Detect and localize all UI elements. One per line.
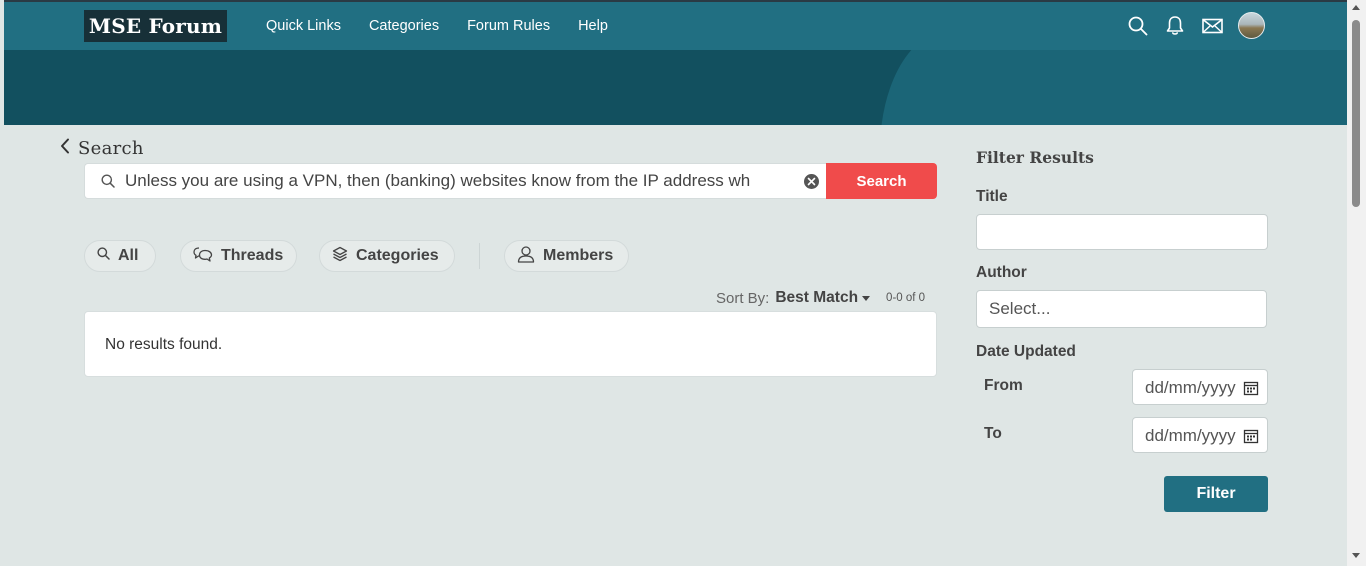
search-box bbox=[84, 163, 827, 199]
search-icon bbox=[101, 174, 115, 193]
title-input[interactable] bbox=[976, 214, 1268, 250]
scrollbar-thumb[interactable] bbox=[1352, 20, 1360, 207]
title-label: Title bbox=[976, 188, 1008, 205]
top-navigation-bar: MSE Forum Quick Links Categories Forum R… bbox=[4, 2, 1347, 50]
tab-threads[interactable]: Threads bbox=[180, 240, 297, 272]
main-nav: Quick Links Categories Forum Rules Help bbox=[266, 2, 608, 50]
mail-icon[interactable] bbox=[1201, 15, 1223, 37]
avatar[interactable] bbox=[1238, 12, 1265, 39]
caret-down-icon[interactable] bbox=[862, 295, 871, 301]
from-date-placeholder: dd/mm/yyyy bbox=[1145, 378, 1236, 397]
search-icon[interactable] bbox=[1127, 15, 1149, 37]
from-label: From bbox=[984, 377, 1023, 394]
tab-all[interactable]: All bbox=[84, 240, 156, 272]
back-link[interactable]: Search bbox=[60, 138, 144, 159]
person-icon bbox=[517, 245, 535, 268]
to-label: To bbox=[984, 425, 1002, 442]
tab-threads-label: Threads bbox=[221, 247, 284, 264]
nav-forum-rules[interactable]: Forum Rules bbox=[467, 18, 550, 34]
to-date-input[interactable]: dd/mm/yyyy bbox=[1132, 417, 1268, 453]
header-icons bbox=[1127, 12, 1265, 39]
chevron-left-icon bbox=[60, 138, 70, 159]
search-input[interactable] bbox=[125, 164, 785, 198]
nav-categories[interactable]: Categories bbox=[369, 18, 439, 34]
page-title: Search bbox=[78, 138, 144, 159]
banner-curve bbox=[880, 50, 1347, 125]
search-button[interactable]: Search bbox=[826, 163, 937, 199]
tab-members-label: Members bbox=[543, 247, 614, 264]
author-select[interactable]: Select... bbox=[976, 290, 1267, 328]
layers-icon bbox=[332, 246, 348, 267]
nav-quick-links[interactable]: Quick Links bbox=[266, 18, 341, 34]
filter-button[interactable]: Filter bbox=[1164, 476, 1268, 512]
date-updated-label: Date Updated bbox=[976, 343, 1076, 360]
tab-all-label: All bbox=[118, 247, 139, 264]
sort-bar: Sort By: Best Match 0-0 of 0 bbox=[716, 288, 925, 308]
scroll-down-icon[interactable] bbox=[1352, 553, 1360, 558]
chat-bubbles-icon bbox=[193, 246, 213, 267]
to-date-placeholder: dd/mm/yyyy bbox=[1145, 426, 1236, 445]
author-label: Author bbox=[976, 264, 1027, 281]
sort-label: Sort By: bbox=[716, 289, 770, 307]
from-date-input[interactable]: dd/mm/yyyy bbox=[1132, 369, 1268, 405]
filter-title: Filter Results bbox=[976, 148, 1094, 167]
nav-help[interactable]: Help bbox=[578, 18, 608, 34]
scroll-up-icon[interactable] bbox=[1352, 5, 1360, 10]
tab-categories[interactable]: Categories bbox=[319, 240, 455, 272]
results-panel: No results found. bbox=[84, 311, 937, 377]
site-logo[interactable]: MSE Forum bbox=[84, 10, 227, 42]
calendar-icon[interactable] bbox=[1243, 380, 1259, 396]
clear-icon[interactable] bbox=[804, 174, 819, 189]
banner bbox=[4, 50, 1347, 125]
sort-dropdown[interactable]: Best Match bbox=[775, 289, 858, 307]
no-results-message: No results found. bbox=[105, 336, 223, 353]
calendar-icon[interactable] bbox=[1243, 428, 1259, 444]
page-scrollbar[interactable] bbox=[1347, 0, 1366, 566]
tabs-divider bbox=[479, 243, 480, 269]
result-count: 0-0 of 0 bbox=[886, 292, 926, 304]
bell-icon[interactable] bbox=[1164, 15, 1186, 37]
tab-members[interactable]: Members bbox=[504, 240, 629, 272]
tab-categories-label: Categories bbox=[356, 247, 439, 264]
search-icon bbox=[97, 247, 110, 265]
page: MSE Forum Quick Links Categories Forum R… bbox=[4, 0, 1347, 566]
